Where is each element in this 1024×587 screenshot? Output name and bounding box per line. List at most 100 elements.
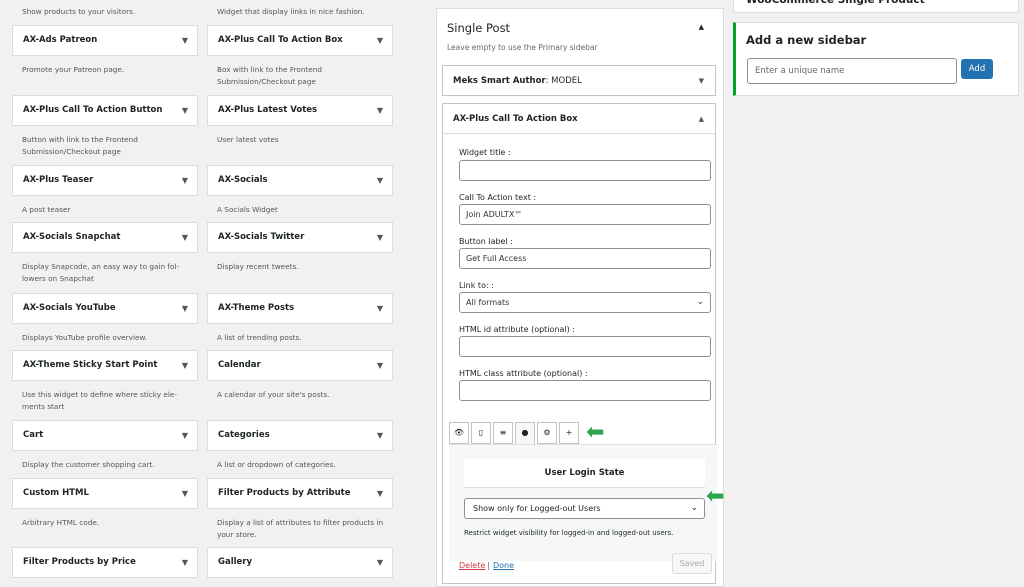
button-label-label: Button label :: [459, 237, 513, 246]
visibility-panel: User Login State Show only for Logged-ou…: [449, 444, 717, 561]
widget-subtitle: : MODEL: [545, 76, 582, 86]
widget-title-label: Widget title :: [459, 148, 511, 157]
login-state-select[interactable]: Show only for Logged-out Users ⌄: [464, 498, 705, 519]
expand-arrow-icon[interactable]: ▼: [377, 26, 383, 55]
widget-description: A post teaser: [22, 205, 71, 214]
widget-name: AX-Socials YouTube: [23, 303, 116, 313]
chevron-down-icon: ⌄: [690, 503, 698, 513]
expand-arrow-icon[interactable]: ▼: [377, 479, 383, 508]
expand-arrow-icon[interactable]: ▼: [699, 66, 704, 96]
widget-name: AX-Plus Teaser: [23, 175, 94, 185]
html-id-label: HTML id attribute (optional) :: [459, 325, 575, 334]
widget-description: User latest votes: [217, 135, 279, 144]
available-widget-card[interactable]: AX-Theme Posts ▼: [207, 293, 393, 324]
widget-name: AX-Theme Sticky Start Point: [23, 360, 158, 370]
delete-link[interactable]: Delete: [459, 561, 485, 570]
html-class-input[interactable]: [459, 380, 711, 401]
mobile-icon[interactable]: ▯: [471, 422, 491, 444]
widget-name: AX-Socials Twitter: [218, 232, 305, 242]
saved-button[interactable]: Saved: [672, 553, 712, 574]
widget-description: Display a list of attributes to filter p…: [217, 518, 384, 539]
available-widget-card[interactable]: Cart ▼: [12, 420, 198, 451]
visibility-note: Restrict widget visibility for logged-in…: [464, 529, 674, 537]
available-widget-card[interactable]: AX-Theme Sticky Start Point ▼: [12, 350, 198, 381]
expand-arrow-icon[interactable]: ▼: [377, 166, 383, 195]
available-widget-card[interactable]: Calendar ▼: [207, 350, 393, 381]
widget-description: Box with link to the Frontend Submission…: [217, 65, 323, 86]
expand-arrow-icon[interactable]: ▼: [182, 294, 188, 323]
available-widget-card[interactable]: AX-Plus Latest Votes ▼: [207, 95, 393, 126]
available-widget-card[interactable]: AX-Ads Patreon ▼: [12, 25, 198, 56]
widget-name: AX-Socials: [218, 175, 268, 185]
expand-arrow-icon[interactable]: ▼: [377, 223, 383, 252]
green-arrow-left-icon: ⬅: [706, 484, 725, 509]
button-label-input[interactable]: Get Full Access: [459, 248, 711, 269]
sidebar-single-post: Single Post ▲ Leave empty to use the Pri…: [436, 8, 724, 587]
available-widget-card[interactable]: AX-Plus Teaser ▼: [12, 165, 198, 196]
widget-name: Cart: [23, 430, 44, 440]
expand-arrow-icon[interactable]: ▼: [377, 421, 383, 450]
widget-header[interactable]: AX-Plus Call To Action Box ▲: [443, 104, 715, 134]
widget-name: Filter Products by Price: [23, 557, 136, 567]
available-widget-card[interactable]: AX-Plus Call To Action Button ▼: [12, 95, 198, 126]
expand-arrow-icon[interactable]: ▼: [182, 223, 188, 252]
chevron-down-icon: ⌄: [696, 297, 704, 307]
available-widget-card[interactable]: AX-Socials ▼: [207, 165, 393, 196]
widget-name: AX-Ads Patreon: [23, 35, 98, 45]
cta-text-input[interactable]: Join ADULTX™: [459, 204, 711, 225]
expand-arrow-icon[interactable]: ▼: [377, 96, 383, 125]
expand-arrow-icon[interactable]: ▼: [377, 548, 383, 577]
available-widget-card[interactable]: AX-Socials Twitter ▼: [207, 222, 393, 253]
widget-description: Arbitrary HTML code.: [22, 518, 100, 527]
available-widget-card[interactable]: AX-Socials YouTube ▼: [12, 293, 198, 324]
collapse-arrow-icon[interactable]: ▲: [699, 23, 704, 31]
available-widget-card[interactable]: AX-Plus Call To Action Box ▼: [207, 25, 393, 56]
widget-header[interactable]: Meks Smart Author: MODEL ▼: [443, 66, 715, 96]
add-sidebar-button[interactable]: Add: [961, 59, 993, 79]
widget-description: Widget that display links in nice fashio…: [217, 7, 365, 16]
widget-ax-plus-call-to-action-box: AX-Plus Call To Action Box ▲ Widget titl…: [442, 103, 717, 584]
widget-description: A list of trending posts.: [217, 333, 302, 342]
available-widget-card[interactable]: Gallery ▼: [207, 547, 393, 578]
plus-icon[interactable]: +: [559, 422, 579, 444]
done-link[interactable]: Done: [493, 561, 514, 570]
widget-name: Meks Smart Author: [453, 76, 546, 86]
widget-name: Calendar: [218, 360, 261, 370]
html-id-input[interactable]: [459, 336, 711, 357]
sidebar-name-input[interactable]: Enter a unique name: [747, 58, 957, 84]
collapse-arrow-icon[interactable]: ▲: [699, 104, 704, 134]
expand-arrow-icon[interactable]: ▼: [377, 294, 383, 323]
widget-description: Use this widget to define where sticky e…: [22, 390, 177, 411]
visibility-title: User Login State: [464, 459, 705, 488]
available-widget-card[interactable]: Categories ▼: [207, 420, 393, 451]
link-to-select[interactable]: All formats ⌄: [459, 292, 711, 313]
eye-icon[interactable]: 👁: [449, 422, 469, 444]
widget-name: Custom HTML: [23, 488, 89, 498]
link-separator: |: [487, 561, 490, 570]
user-icon[interactable]: ●: [515, 422, 535, 444]
expand-arrow-icon[interactable]: ▼: [182, 96, 188, 125]
woocommerce-single-product-sidebar[interactable]: WooCommerce Single Product: [733, 0, 1019, 13]
widget-meks-smart-author[interactable]: Meks Smart Author: MODEL ▼: [442, 65, 716, 96]
expand-arrow-icon[interactable]: ▼: [377, 351, 383, 380]
expand-arrow-icon[interactable]: ▼: [182, 479, 188, 508]
expand-arrow-icon[interactable]: ▼: [182, 421, 188, 450]
widget-name: AX-Plus Call To Action Box: [453, 114, 578, 124]
available-widget-card[interactable]: Custom HTML ▼: [12, 478, 198, 509]
expand-arrow-icon[interactable]: ▼: [182, 548, 188, 577]
link-to-value: All formats: [466, 298, 510, 307]
available-widget-card[interactable]: AX-Socials Snapchat ▼: [12, 222, 198, 253]
available-widgets-panel: Show products to your visitors. Widget t…: [0, 0, 410, 587]
expand-arrow-icon[interactable]: ▼: [182, 26, 188, 55]
widget-name: Filter Products by Attribute: [218, 488, 351, 498]
expand-arrow-icon[interactable]: ▼: [182, 166, 188, 195]
widget-title-input[interactable]: [459, 160, 711, 181]
sidebar-title: Single Post: [447, 21, 511, 35]
expand-arrow-icon[interactable]: ▼: [182, 351, 188, 380]
available-widget-card[interactable]: Filter Products by Price ▼: [12, 547, 198, 578]
sidebar-description: Leave empty to use the Primary sidebar: [447, 43, 598, 52]
align-icon[interactable]: ≡: [493, 422, 513, 444]
gear-icon[interactable]: ⚙: [537, 422, 557, 444]
available-widget-card[interactable]: Filter Products by Attribute ▼: [207, 478, 393, 509]
widget-description: Show products to your visitors.: [22, 7, 136, 16]
